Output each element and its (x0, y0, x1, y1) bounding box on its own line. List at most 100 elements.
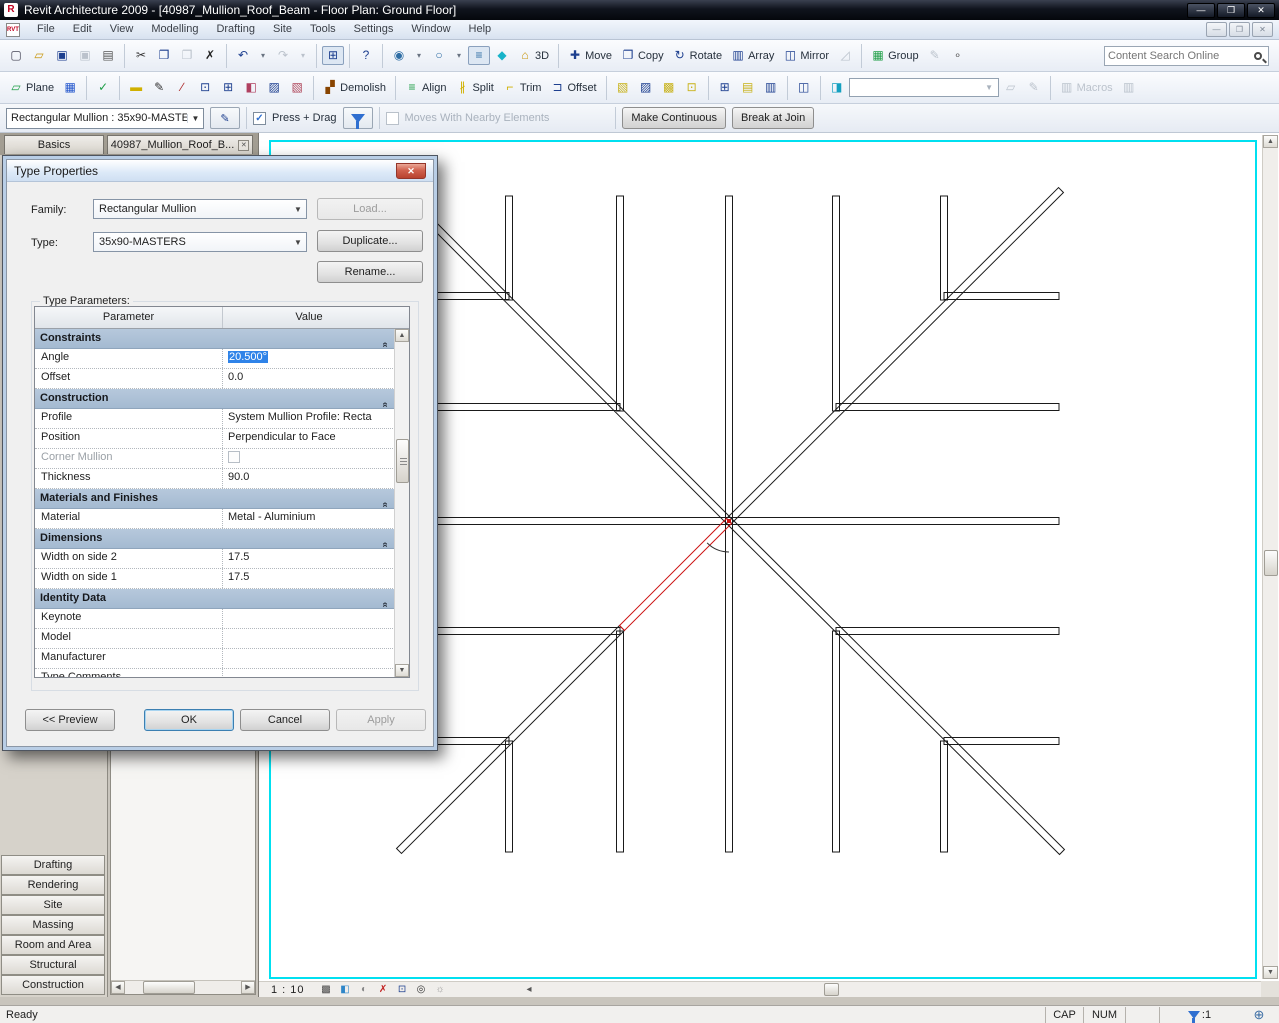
linework-button[interactable]: ∕ (171, 78, 193, 97)
dialog-close-button[interactable]: ✕ (396, 163, 426, 179)
parameter-value[interactable]: System Mullion Profile: Recta (223, 409, 395, 428)
parameter-group-row[interactable]: Identity Data» (35, 589, 395, 609)
scroll-up-icon[interactable]: ▲ (1263, 135, 1278, 148)
opening-button[interactable]: ⊡ (681, 78, 703, 97)
parameter-row[interactable]: Type Comments (35, 669, 395, 677)
undo-button[interactable]: ↶ (232, 46, 254, 65)
save-button[interactable]: ▣ (51, 46, 73, 65)
parameter-row[interactable]: Manufacturer (35, 649, 395, 669)
collapse-chevron-icon[interactable]: » (377, 490, 396, 508)
document-tab-close-icon[interactable]: ✕ (238, 140, 249, 151)
view-scale[interactable]: 1 : 10 (271, 984, 305, 996)
parameter-row[interactable]: Width on side 117.5 (35, 569, 395, 589)
design-bar-button-room-and-area[interactable]: Room and Area (1, 935, 105, 955)
wall-join-button[interactable]: ▧ (612, 78, 634, 97)
mdi-restore-button[interactable]: ❐ (1229, 22, 1250, 37)
offset-button[interactable]: ⊐Offset (546, 78, 600, 97)
parameter-row[interactable]: ProfileSystem Mullion Profile: Recta (35, 409, 395, 429)
join-geometry-button[interactable]: ⊞ (217, 78, 239, 97)
parameter-column-header[interactable]: Parameter (35, 307, 223, 328)
type-select[interactable]: 35x90-MASTERS ▼ (93, 232, 307, 252)
cut-button[interactable]: ✂ (130, 46, 152, 65)
copy-button[interactable]: ❐ (153, 46, 175, 65)
design-options-button[interactable]: ◨ (826, 78, 848, 97)
filter-button[interactable] (343, 107, 373, 129)
search-icon[interactable] (1254, 52, 1262, 60)
new-button[interactable]: ▢ (5, 46, 27, 65)
parameter-row[interactable]: Model (35, 629, 395, 649)
undo-dropdown-button[interactable]: ▾ (255, 46, 271, 65)
restore-button[interactable]: ❐ (1217, 3, 1245, 18)
rename-button[interactable]: Rename... (317, 261, 423, 283)
parameter-value[interactable] (223, 609, 395, 628)
parameter-value[interactable] (223, 649, 395, 668)
parameter-row[interactable]: Corner Mullion (35, 449, 395, 469)
drawing-vscrollbar[interactable]: ▲ ▼ (1262, 135, 1278, 979)
scroll-down-icon[interactable]: ▼ (1263, 966, 1278, 979)
parameters-table[interactable]: Parameter Value Constraints»Angle20.500°… (34, 306, 410, 678)
table-vscrollbar[interactable]: ▲ ▼ (394, 329, 409, 677)
detail-level-icon[interactable]: ▩ (319, 983, 334, 996)
zoom-button[interactable]: ○ (428, 46, 450, 65)
thin-lines-button[interactable]: ≡ (468, 46, 490, 65)
ok-button[interactable]: OK (144, 709, 234, 731)
parameter-group-row[interactable]: Construction» (35, 389, 395, 409)
trim-button[interactable]: ⌐Trim (499, 78, 546, 97)
scroll-thumb[interactable] (143, 981, 195, 994)
scroll-thumb[interactable] (396, 439, 409, 483)
scroll-thumb[interactable] (1264, 550, 1278, 576)
split-button[interactable]: ∦Split (451, 78, 497, 97)
parameter-value[interactable]: 0.0 (223, 369, 395, 388)
selected-value-text[interactable]: 20.500° (228, 351, 268, 363)
preview-button[interactable]: << Preview (25, 709, 115, 731)
design-bar-button-drafting[interactable]: Drafting (1, 855, 105, 875)
chevron-down-icon[interactable]: ▼ (187, 114, 203, 123)
scroll-right-icon[interactable]: ▶ (241, 981, 255, 994)
model-graphics-icon[interactable]: ◧ (338, 983, 353, 996)
project-browser-toggle-button[interactable]: ⊞ (322, 46, 344, 65)
attach-base-button[interactable]: ▤ (737, 78, 759, 97)
mdi-close-button[interactable]: ✕ (1252, 22, 1273, 37)
dynamic-view-dropdown-button[interactable]: ▾ (411, 46, 427, 65)
selection-filter-cell[interactable]: :1 (1159, 1007, 1239, 1023)
parameter-row[interactable]: Thickness90.0 (35, 469, 395, 489)
cancel-button[interactable]: Cancel (240, 709, 330, 731)
print-button[interactable]: ▤ (97, 46, 119, 65)
minimize-button[interactable]: — (1187, 3, 1215, 18)
reveal-hidden-icon[interactable]: ☼ (433, 983, 448, 996)
close-button[interactable]: ✕ (1247, 3, 1275, 18)
scroll-thumb[interactable] (824, 983, 839, 996)
open-folder-button[interactable]: ▱ (28, 46, 50, 65)
parameter-value[interactable]: 20.500° (223, 349, 395, 368)
crop-region-icon[interactable]: ⊡ (395, 983, 410, 996)
menu-help[interactable]: Help (460, 20, 501, 39)
tape-measure-button[interactable]: ▬ (125, 78, 147, 97)
press-drag-checkbox[interactable]: ✓ (253, 112, 266, 125)
align-button[interactable]: ≡Align (401, 78, 450, 97)
demolish-button[interactable]: ▞Demolish (319, 78, 390, 97)
duplicate-button[interactable]: Duplicate... (317, 230, 423, 252)
parameter-group-row[interactable]: Materials and Finishes» (35, 489, 395, 509)
family-select[interactable]: Rectangular Mullion ▼ (93, 199, 307, 219)
rotate-button[interactable]: ↻Rotate (669, 46, 726, 65)
temporary-hide-icon[interactable]: ◎ (414, 983, 429, 996)
menu-window[interactable]: Window (402, 20, 459, 39)
menu-modelling[interactable]: Modelling (142, 20, 207, 39)
move-button[interactable]: ✚Move (564, 46, 616, 65)
parameter-group-row[interactable]: Constraints» (35, 329, 395, 349)
parameter-value[interactable]: 17.5 (223, 549, 395, 568)
break-at-join-button[interactable]: Break at Join (732, 107, 814, 129)
grid-button[interactable]: ▦ (59, 78, 81, 97)
split-face-button[interactable]: ▨ (263, 78, 285, 97)
copy-tool-button[interactable]: ❐Copy (617, 46, 668, 65)
design-bar-tab-basics[interactable]: Basics (4, 135, 104, 154)
parameter-value[interactable] (223, 669, 395, 677)
design-bar-button-rendering[interactable]: Rendering (1, 875, 105, 895)
scroll-up-icon[interactable]: ▲ (395, 329, 409, 342)
mdi-minimize-button[interactable]: — (1206, 22, 1227, 37)
edit-cut-profile-button[interactable]: ▨ (635, 78, 657, 97)
scroll-left-icon[interactable]: ◀ (111, 981, 125, 994)
type-selector[interactable]: Rectangular Mullion : 35x90-MASTER ▼ (6, 108, 204, 129)
dialog-title-bar[interactable]: Type Properties ✕ (7, 160, 433, 182)
parameter-value[interactable]: Metal - Aluminium (223, 509, 395, 528)
